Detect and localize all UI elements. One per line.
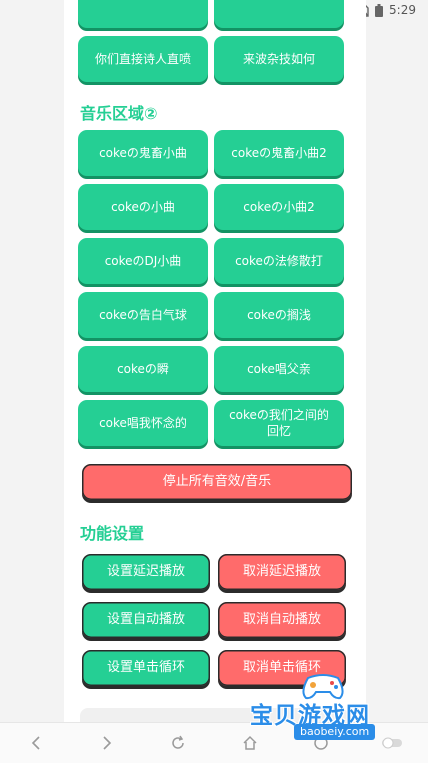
set-click-loop-button[interactable]: 设置单击循环	[82, 650, 210, 686]
cancel-delay-play-button[interactable]: 取消延迟播放	[218, 554, 346, 590]
content-card: 你们直接诗人直喷 来波杂技如何 音乐区域② cokeの鬼畜小曲 cokeの鬼畜小…	[64, 0, 366, 722]
partial-button-right[interactable]	[214, 0, 344, 28]
forward-icon[interactable]	[93, 729, 121, 757]
music-button[interactable]: cokeの鬼畜小曲2	[214, 130, 344, 176]
music-button[interactable]: cokeの瞬	[78, 346, 208, 392]
music-button[interactable]: cokeの鬼畜小曲	[78, 130, 208, 176]
music-button[interactable]: coke唱我怀念的	[78, 400, 208, 446]
music-button[interactable]: coke唱父亲	[214, 346, 344, 392]
sound-button-poet[interactable]: 你们直接诗人直喷	[78, 36, 208, 82]
stop-all-button[interactable]: 停止所有音效/音乐	[82, 464, 352, 500]
settings-section-title: 功能设置	[80, 524, 145, 543]
watermark-url: baobeiy.com	[294, 724, 376, 740]
status-time: 5:29	[389, 3, 416, 17]
music-button[interactable]: cokeの我们之间的回忆	[214, 400, 344, 446]
refresh-icon[interactable]	[164, 729, 192, 757]
back-icon[interactable]	[22, 729, 50, 757]
set-delay-play-button[interactable]: 设置延迟播放	[82, 554, 210, 590]
music-button[interactable]: cokeの小曲2	[214, 184, 344, 230]
cancel-auto-play-button[interactable]: 取消自动播放	[218, 602, 346, 638]
set-auto-play-button[interactable]: 设置自动播放	[82, 602, 210, 638]
sound-button-acrobatics[interactable]: 来波杂技如何	[214, 36, 344, 82]
music-button[interactable]: cokeのDJ小曲	[78, 238, 208, 284]
music-button[interactable]: cokeの法修散打	[214, 238, 344, 284]
music-button[interactable]: cokeの搁浅	[214, 292, 344, 338]
partial-button-left[interactable]	[78, 0, 208, 28]
music-button[interactable]: cokeの告白气球	[78, 292, 208, 338]
music-section-title: 音乐区域②	[80, 104, 158, 123]
music-button[interactable]: cokeの小曲	[78, 184, 208, 230]
watermark: 宝贝游戏网 baobeiy.com	[250, 672, 400, 744]
battery-icon	[375, 3, 384, 17]
